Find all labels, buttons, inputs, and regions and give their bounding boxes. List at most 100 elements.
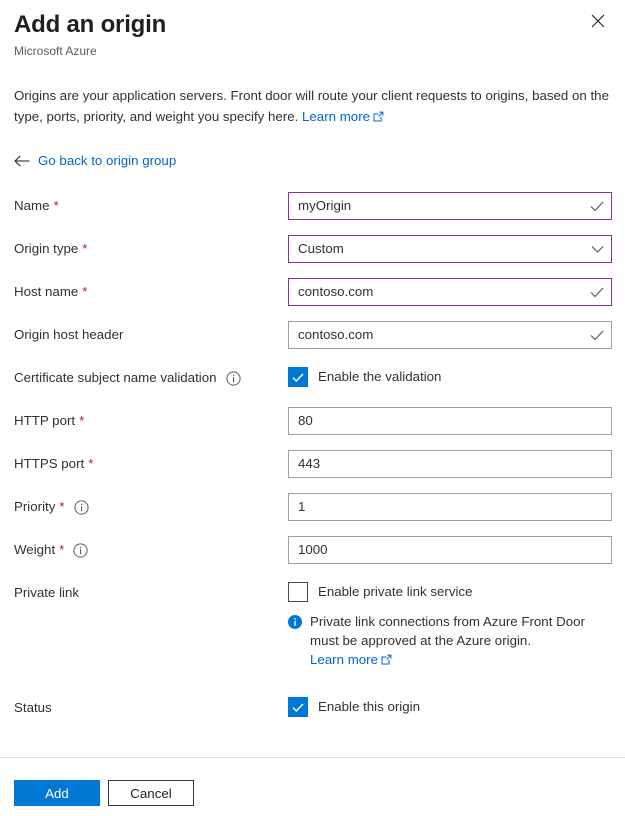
- label-https-port-text: HTTPS port: [14, 455, 84, 473]
- private-link-note: Private link connections from Azure Fron…: [288, 612, 618, 670]
- panel-header: Add an origin Microsoft Azure: [0, 0, 625, 59]
- cert-validation-checkbox[interactable]: [288, 367, 308, 387]
- http-port-input[interactable]: 80: [288, 407, 612, 435]
- label-origin-host-header: Origin host header: [14, 321, 288, 344]
- priority-input-value: 1: [289, 498, 611, 516]
- label-origin-type: Origin type *: [14, 235, 288, 258]
- required-asterisk: *: [82, 283, 87, 301]
- intro-learn-more-link[interactable]: Learn more: [302, 109, 370, 124]
- form-row-http-port: HTTP port * 80: [0, 407, 625, 450]
- cert-validation-checkbox-label: Enable the validation: [318, 368, 441, 386]
- form-row-host-name: Host name * contoso.com: [0, 278, 625, 321]
- weight-input[interactable]: 1000: [288, 536, 612, 564]
- label-name: Name *: [14, 192, 288, 215]
- required-asterisk: *: [53, 197, 58, 215]
- intro-description: Origins are your application servers. Fr…: [14, 85, 611, 128]
- private-link-checkbox-label: Enable private link service: [318, 583, 472, 601]
- private-link-checkbox-row[interactable]: Enable private link service: [288, 579, 625, 602]
- go-back-label: Go back to origin group: [38, 152, 176, 170]
- external-link-icon: [373, 107, 384, 128]
- info-icon[interactable]: [74, 500, 89, 515]
- status-checkbox[interactable]: [288, 697, 308, 717]
- cert-validation-checkbox-row[interactable]: Enable the validation: [288, 364, 625, 387]
- form-row-origin-type: Origin type * Custom: [0, 235, 625, 278]
- label-weight-text: Weight: [14, 541, 55, 559]
- private-link-note-body: Private link connections from Azure Fron…: [310, 612, 585, 670]
- label-origin-type-text: Origin type: [14, 240, 78, 258]
- checkmark-icon: [583, 201, 611, 212]
- form-row-private-link: Private link Enable private link service…: [0, 579, 625, 670]
- form-row-origin-host-header: Origin host header contoso.com: [0, 321, 625, 364]
- name-input-value: myOrigin: [289, 197, 583, 215]
- info-icon[interactable]: [73, 543, 88, 558]
- required-asterisk: *: [88, 455, 93, 473]
- priority-input[interactable]: 1: [288, 493, 612, 521]
- info-filled-icon: [288, 615, 302, 670]
- required-asterisk: *: [79, 412, 84, 430]
- label-http-port-text: HTTP port: [14, 412, 75, 430]
- label-status: Status: [14, 694, 288, 717]
- close-button[interactable]: [585, 8, 611, 34]
- check-icon: [292, 373, 304, 382]
- form-row-status: Status Enable this origin: [0, 694, 625, 737]
- control-https-port: 443: [288, 450, 625, 478]
- required-asterisk: *: [82, 240, 87, 258]
- arrow-left-icon: [14, 155, 30, 167]
- close-icon: [591, 14, 605, 28]
- label-https-port: HTTPS port *: [14, 450, 288, 473]
- go-back-to-origin-group-link[interactable]: Go back to origin group: [14, 152, 176, 170]
- checkmark-icon: [583, 330, 611, 341]
- label-cert-validation: Certificate subject name validation: [14, 364, 288, 387]
- https-port-input-value: 443: [289, 455, 611, 473]
- info-icon[interactable]: [226, 371, 241, 386]
- form-row-name: Name * myOrigin: [0, 192, 625, 235]
- host-name-input[interactable]: contoso.com: [288, 278, 612, 306]
- control-cert-validation: Enable the validation: [288, 364, 625, 387]
- control-priority: 1: [288, 493, 625, 521]
- control-name: myOrigin: [288, 192, 625, 220]
- footer-actions: Add Cancel: [0, 758, 625, 816]
- label-host-name: Host name *: [14, 278, 288, 301]
- form-row-https-port: HTTPS port * 443: [0, 450, 625, 493]
- private-link-note-line2: must be approved at the Azure origin.: [310, 631, 585, 650]
- status-checkbox-label: Enable this origin: [318, 698, 420, 716]
- label-host-name-text: Host name: [14, 283, 78, 301]
- label-priority-text: Priority: [14, 498, 55, 516]
- label-cert-validation-text: Certificate subject name validation: [14, 369, 217, 387]
- required-asterisk: *: [59, 541, 64, 559]
- external-link-icon: [381, 651, 392, 670]
- form-row-priority: Priority * 1: [0, 493, 625, 536]
- label-private-link-text: Private link: [14, 584, 79, 602]
- label-private-link: Private link: [14, 579, 288, 602]
- control-status: Enable this origin: [288, 694, 625, 717]
- private-link-learn-more-link[interactable]: Learn more: [310, 652, 378, 667]
- control-weight: 1000: [288, 536, 625, 564]
- add-button[interactable]: Add: [14, 780, 100, 806]
- form-row-weight: Weight * 1000: [0, 536, 625, 579]
- control-origin-type: Custom: [288, 235, 625, 263]
- control-origin-host-header: contoso.com: [288, 321, 625, 349]
- private-link-note-learn-more-row: Learn more: [310, 650, 585, 670]
- cancel-button[interactable]: Cancel: [108, 780, 194, 806]
- page-title: Add an origin: [14, 10, 611, 40]
- https-port-input[interactable]: 443: [288, 450, 612, 478]
- name-input[interactable]: myOrigin: [288, 192, 612, 220]
- chevron-down-icon: [583, 245, 611, 254]
- check-icon: [292, 703, 304, 712]
- control-host-name: contoso.com: [288, 278, 625, 306]
- origin-host-header-input[interactable]: contoso.com: [288, 321, 612, 349]
- origin-type-selected-value: Custom: [289, 240, 583, 258]
- control-http-port: 80: [288, 407, 625, 435]
- http-port-input-value: 80: [289, 412, 611, 430]
- origin-host-header-input-value: contoso.com: [289, 326, 583, 344]
- label-weight: Weight *: [14, 536, 288, 559]
- origin-type-select[interactable]: Custom: [288, 235, 612, 263]
- origin-form: Name * myOrigin Origin type * Custom: [0, 192, 625, 737]
- label-status-text: Status: [14, 699, 52, 717]
- label-name-text: Name: [14, 197, 49, 215]
- page-subtitle: Microsoft Azure: [14, 43, 611, 59]
- private-link-note-line1: Private link connections from Azure Fron…: [310, 612, 585, 631]
- status-checkbox-row[interactable]: Enable this origin: [288, 694, 625, 717]
- required-asterisk: *: [59, 498, 64, 516]
- private-link-checkbox[interactable]: [288, 582, 308, 602]
